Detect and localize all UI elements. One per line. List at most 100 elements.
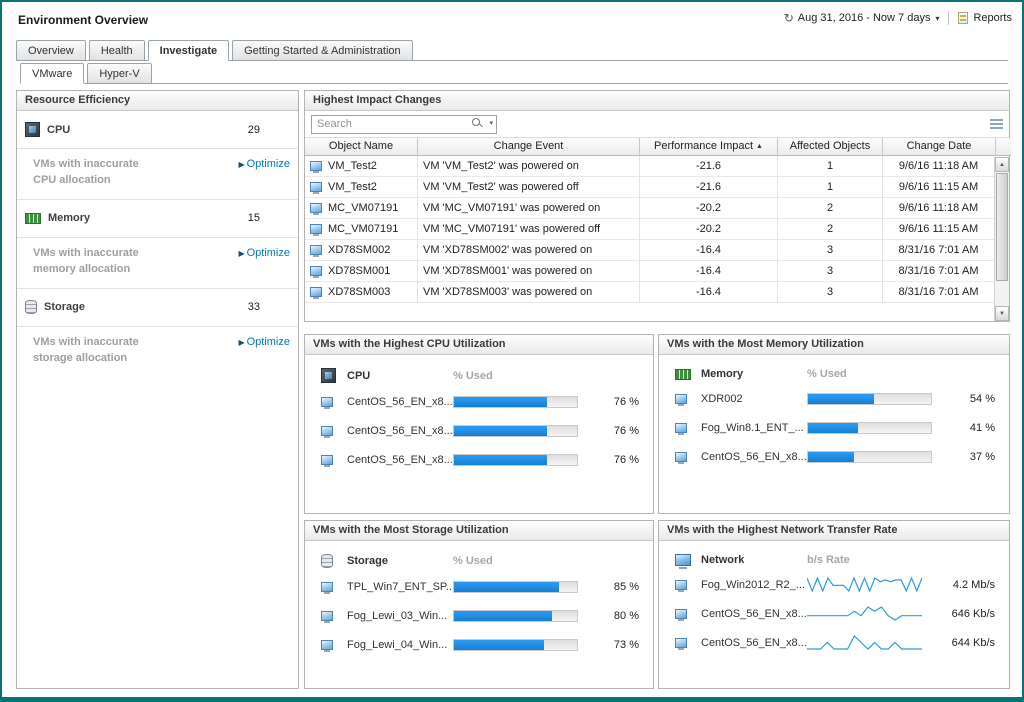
bar-fill [454,426,547,436]
impact-panel-title: Highest Impact Changes [305,91,1009,111]
chevron-down-icon[interactable]: ▾ [935,14,939,23]
search-box: ▾ [311,114,497,134]
arrow-right-icon: ▶ [238,338,244,347]
cell-change-date: 9/6/16 11:18 AM [883,156,994,177]
resource-row-storage: Storage 33 [17,289,298,327]
column-change-date[interactable]: Change Date [883,138,996,156]
utilization-row[interactable]: CentOS_56_EN_x8... 37 % [659,442,1009,471]
vm-icon [321,426,333,436]
cpu-utilization-panel: VMs with the Highest CPU Utilization CPU… [304,334,654,514]
utilization-value: 37 % [939,451,995,463]
optimize-cpu-link[interactable]: ▶Optimize [238,158,290,170]
object-name: VM_Test2 [328,160,377,172]
tab-health[interactable]: Health [89,40,145,61]
resource-subtext: VMs with inaccurate storage allocation [33,335,157,367]
tab-investigate[interactable]: Investigate [148,40,229,61]
vm-name: CentOS_56_EN_x8... [701,637,807,649]
divider [948,11,949,25]
scroll-down-icon[interactable]: ▼ [995,306,1009,321]
table-row[interactable]: XD78SM001 VM 'XD78SM001' was powered on … [305,261,994,282]
bar-fill [808,452,854,462]
vm-name: CentOS_56_EN_x8... [347,454,453,466]
utilization-value: 85 % [585,581,639,593]
cell-change-date: 9/6/16 11:15 AM [883,177,994,198]
utilization-row[interactable]: CentOS_56_EN_x8... 76 % [305,387,653,416]
cell-change-event: VM 'MC_VM07191' was powered off [418,219,640,240]
network-row[interactable]: CentOS_56_EN_x8... 644 Kb/s [659,628,1009,657]
utilization-value: 76 % [585,425,639,437]
vm-icon [310,224,322,234]
vertical-scrollbar[interactable]: ▲ ▼ [994,157,1009,321]
column-change-event[interactable]: Change Event [418,138,640,156]
arrow-right-icon: ▶ [238,249,244,258]
vm-icon [321,611,333,621]
resource-sub-storage: VMs with inaccurate storage allocation ▶… [17,327,298,377]
utilization-row[interactable]: CentOS_56_EN_x8... 76 % [305,416,653,445]
cell-change-event: VM 'VM_Test2' was powered off [418,177,640,198]
optimize-label: Optimize [247,158,290,170]
optimize-storage-link[interactable]: ▶Optimize [238,336,290,348]
table-row[interactable]: XD78SM003 VM 'XD78SM003' was powered on … [305,282,994,303]
cell-change-event: VM 'XD78SM002' was powered on [418,240,640,261]
table-row[interactable]: XD78SM002 VM 'XD78SM002' was powered on … [305,240,994,261]
table-row[interactable]: VM_Test2 VM 'VM_Test2' was powered on -2… [305,156,994,177]
tab-getting-started[interactable]: Getting Started & Administration [232,40,413,61]
object-name: MC_VM07191 [328,223,398,235]
column-object-name[interactable]: Object Name [305,138,418,156]
sub-tabbar: VMware Hyper-V [20,62,1008,84]
utilization-row[interactable]: TPL_Win7_ENT_SP... 85 % [305,572,653,601]
network-row[interactable]: CentOS_56_EN_x8... 646 Kb/s [659,599,1009,628]
vm-icon [321,397,333,407]
cell-change-event: VM 'VM_Test2' was powered on [418,156,640,177]
search-input[interactable] [311,115,497,134]
time-range-icon: ↻ [784,11,794,25]
search-options-caret-icon[interactable]: ▾ [489,119,493,127]
main-tabbar: Overview Health Investigate Getting Star… [16,39,1008,61]
utilization-row[interactable]: Fog_Lewi_04_Win... 73 % [305,630,653,659]
object-name: VM_Test2 [328,181,377,193]
utilization-row[interactable]: CentOS_56_EN_x8... 76 % [305,445,653,474]
table-customizer-icon[interactable] [990,119,1003,130]
cell-affected-objects: 3 [778,261,883,282]
utilization-row[interactable]: Fog_Win8.1_ENT_... 41 % [659,413,1009,442]
cell-change-date: 9/6/16 11:15 AM [883,219,994,240]
vm-icon [675,580,687,590]
vm-name: CentOS_56_EN_x8... [347,396,453,408]
tab-overview[interactable]: Overview [16,40,86,61]
tab-vmware[interactable]: VMware [20,63,84,84]
network-transfer-panel: VMs with the Highest Network Transfer Ra… [658,520,1010,689]
quad-title: VMs with the Most Storage Utilization [305,521,653,541]
column-performance-impact[interactable]: Performance Impact▲ [640,138,778,156]
metric-unit: % Used [453,555,585,567]
scrollbar-thumb[interactable] [996,173,1008,281]
quad-title: VMs with the Most Memory Utilization [659,335,1009,355]
utilization-value: 54 % [939,393,995,405]
optimize-label: Optimize [247,336,290,348]
optimize-memory-link[interactable]: ▶Optimize [238,247,290,259]
time-range-selector[interactable]: Aug 31, 2016 - Now 7 days [798,12,931,24]
cell-affected-objects: 3 [778,282,883,303]
bar-fill [454,640,544,650]
memory-utilization-panel: VMs with the Most Memory Utilization Mem… [658,334,1010,514]
tab-hyperv[interactable]: Hyper-V [87,63,151,84]
utilization-bar [453,425,578,437]
optimize-label: Optimize [247,247,290,259]
reports-button[interactable]: Reports [973,12,1012,24]
table-row[interactable]: MC_VM07191 VM 'MC_VM07191' was powered o… [305,198,994,219]
reports-icon [958,12,968,24]
utilization-value: 80 % [585,610,639,622]
network-row[interactable]: Fog_Win2012_R2_... 4.2 Mb/s [659,570,1009,599]
resource-group-cpu: CPU 29 VMs with inaccurate CPU allocatio… [17,111,298,200]
utilization-row[interactable]: XDR002 54 % [659,384,1009,413]
vm-icon [321,582,333,592]
scrollbar-track[interactable] [995,282,1009,306]
column-affected-objects[interactable]: Affected Objects [778,138,883,156]
utilization-row[interactable]: Fog_Lewi_03_Win... 80 % [305,601,653,630]
search-row: ▾ [305,111,1009,138]
resource-efficiency-panel: Resource Efficiency CPU 29 VMs with inac… [16,90,299,689]
table-row[interactable]: MC_VM07191 VM 'MC_VM07191' was powered o… [305,219,994,240]
metric-name: CPU [347,370,453,382]
table-row[interactable]: VM_Test2 VM 'VM_Test2' was powered off -… [305,177,994,198]
scroll-up-icon[interactable]: ▲ [995,157,1009,172]
storage-utilization-panel: VMs with the Most Storage Utilization St… [304,520,654,689]
